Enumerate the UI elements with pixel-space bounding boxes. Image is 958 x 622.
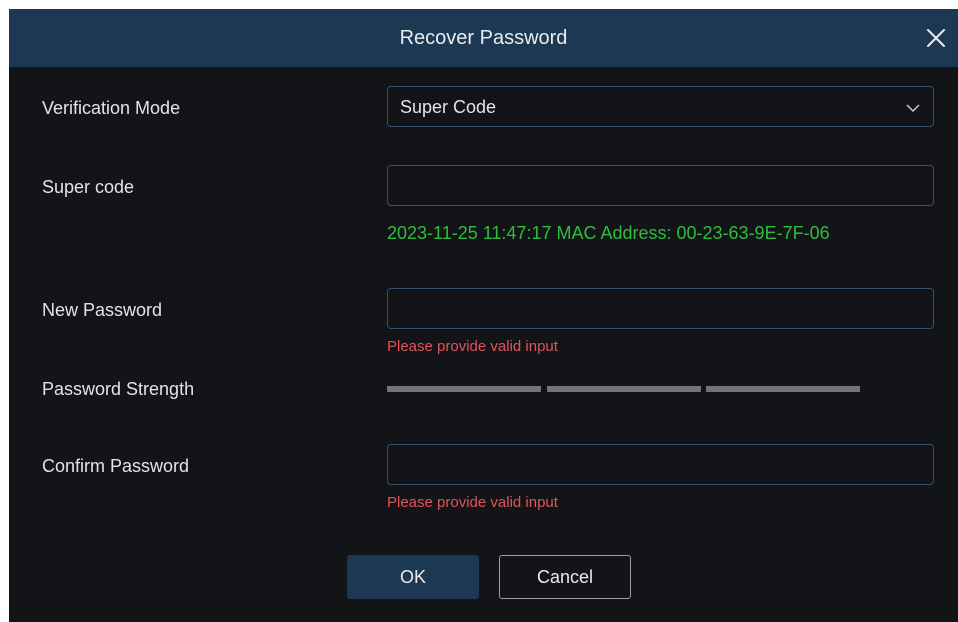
verification-mode-value: Super Code	[400, 97, 497, 117]
super-code-input[interactable]	[388, 166, 933, 205]
new-password-label: New Password	[42, 300, 163, 320]
confirm-password-field[interactable]	[387, 444, 934, 485]
new-password-field[interactable]	[387, 288, 934, 329]
confirm-password-input[interactable]	[388, 445, 933, 484]
dialog-title: Recover Password	[399, 27, 568, 49]
recover-password-dialog: Recover Password Verification Mode Super…	[9, 9, 958, 622]
super-code-label: Super code	[42, 177, 135, 197]
verification-mode-label: Verification Mode	[42, 98, 181, 118]
confirm-password-error: Please provide valid input	[387, 494, 558, 511]
password-strength-label: Password Strength	[42, 379, 195, 399]
strength-segment-strong	[706, 386, 860, 392]
strength-segment-medium	[547, 386, 701, 392]
device-info-text: 2023-11-25 11:47:17 MAC Address: 00-23-6…	[387, 223, 830, 243]
strength-segment-weak	[387, 386, 541, 392]
dialog-titlebar: Recover Password	[9, 9, 958, 67]
new-password-input[interactable]	[388, 289, 933, 328]
ok-button[interactable]: OK	[347, 555, 479, 599]
close-icon[interactable]	[924, 26, 948, 50]
verification-mode-select[interactable]: Super Code	[387, 86, 934, 127]
cancel-button[interactable]: Cancel	[499, 555, 631, 599]
confirm-password-label: Confirm Password	[42, 456, 190, 476]
chevron-down-icon	[906, 104, 920, 113]
new-password-error: Please provide valid input	[387, 338, 558, 355]
super-code-field[interactable]	[387, 165, 934, 206]
